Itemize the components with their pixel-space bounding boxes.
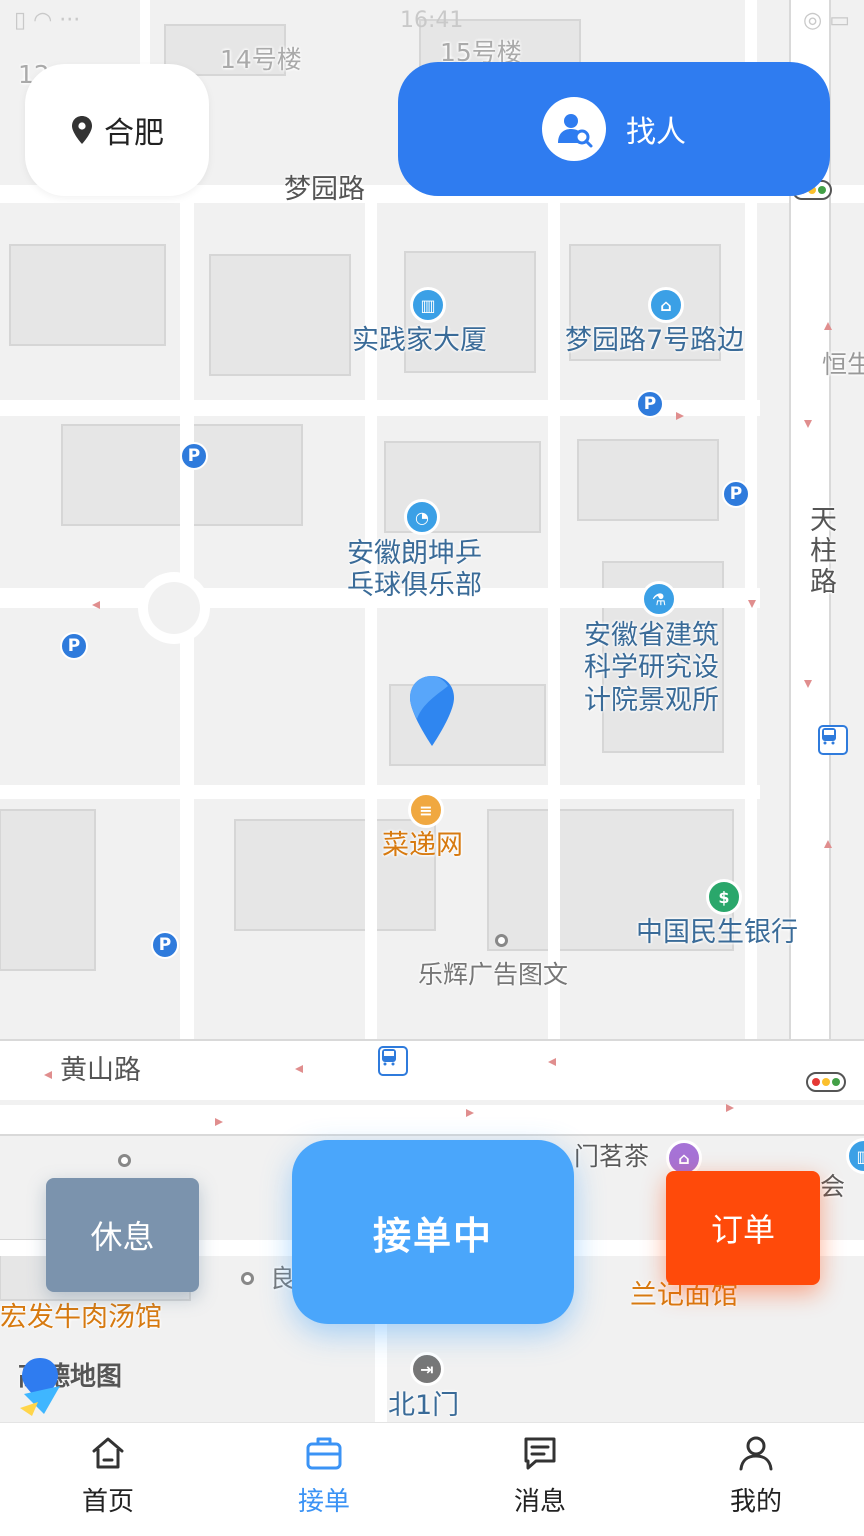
- map-poi-shijianjia[interactable]: 实践家大厦: [352, 325, 487, 357]
- city-name: 合肥: [104, 116, 164, 151]
- parking-icon[interactable]: P: [180, 442, 208, 470]
- exit-gate-icon: ⇥: [410, 1352, 444, 1386]
- map-poi-hui[interactable]: 会: [820, 1172, 845, 1202]
- status-bar-right-icons: ◎ ▭: [803, 8, 850, 33]
- message-icon: [524, 1437, 556, 1470]
- home-icon: [92, 1437, 124, 1469]
- map-poi-pingpong-line2: 乓球俱乐部: [347, 570, 482, 602]
- find-person-label: 找人: [626, 115, 686, 150]
- status-bar-time: 16:41: [400, 8, 464, 33]
- map-poi-institute[interactable]: 安徽省建筑 科学研究设 计院景观所: [584, 620, 719, 717]
- map-poi-mengyuan7[interactable]: 梦园路7号路边: [565, 325, 744, 357]
- map-poi-minsheng-bank[interactable]: 中国民生银行: [636, 917, 798, 949]
- nav-label-orders: 接单: [297, 1487, 350, 1517]
- rest-button[interactable]: 休息: [46, 1178, 199, 1292]
- nav-label-home: 首页: [81, 1487, 134, 1517]
- location-pin-icon: [72, 116, 92, 144]
- accepting-orders-button[interactable]: 接单中: [292, 1140, 574, 1324]
- map-label-road-huangshan: 黄山路: [60, 1055, 141, 1086]
- find-person-button[interactable]: 找人: [398, 62, 830, 196]
- person-search-icon: [542, 97, 606, 161]
- location-marker-icon: [410, 676, 454, 746]
- bus-stop-icon[interactable]: [378, 1046, 408, 1076]
- map-poi-pingpong[interactable]: 安徽朗坤乒 乓球俱乐部: [347, 538, 482, 603]
- orders-button[interactable]: 订单: [666, 1171, 820, 1285]
- bottom-navigation: 首页 接单 消息 我的: [0, 1422, 864, 1536]
- map-poi-tea[interactable]: 门茗茶: [574, 1142, 649, 1172]
- map-poi-hengsheng[interactable]: 恒生: [822, 350, 864, 380]
- parking-icon[interactable]: P: [60, 632, 88, 660]
- profile-icon: [739, 1436, 773, 1471]
- map-label-road-tianzhu: 天柱路: [810, 505, 837, 599]
- nav-item-home[interactable]: 首页: [0, 1423, 216, 1536]
- bank-building-icon: ⌂: [648, 287, 684, 323]
- food-burger-icon: ≡: [408, 792, 444, 828]
- parking-icon[interactable]: P: [151, 931, 179, 959]
- map-poi-institute-line2: 科学研究设: [584, 652, 719, 684]
- nav-item-orders[interactable]: 接单: [216, 1423, 432, 1536]
- traffic-light-icon: [806, 1072, 846, 1092]
- bank-logo-icon: $: [706, 879, 742, 915]
- map-poi-pingpong-line1: 安徽朗坤乒: [347, 538, 482, 569]
- map-poi-caidiwang[interactable]: 菜递网: [382, 830, 463, 862]
- map-label-gate-north1: 北1门: [388, 1390, 460, 1421]
- poi-dot-icon: [118, 1154, 131, 1167]
- office-building-icon: ▥: [410, 287, 446, 323]
- city-selector[interactable]: 合肥: [25, 64, 209, 196]
- parking-icon[interactable]: P: [722, 480, 750, 508]
- lab-flask-icon: ⚗: [641, 581, 677, 617]
- nav-item-messages[interactable]: 消息: [432, 1423, 648, 1536]
- nav-label-profile: 我的: [729, 1487, 782, 1517]
- poi-dot-icon: [495, 934, 508, 947]
- map-label-road-mengyuan: 梦园路: [284, 174, 365, 205]
- map-poi-institute-line3: 计院景观所: [584, 684, 719, 716]
- map-poi-hongfa[interactable]: 宏发牛肉汤馆: [0, 1302, 162, 1334]
- map-label-building-14: 14号楼: [220, 45, 302, 74]
- bus-stop-icon[interactable]: [818, 725, 848, 755]
- map-poi-lehui[interactable]: 乐辉广告图文: [418, 960, 568, 990]
- amap-logo: 高德地图: [18, 1356, 122, 1416]
- nav-item-profile[interactable]: 我的: [648, 1423, 864, 1536]
- map-poi-institute-line1: 安徽省建筑: [584, 620, 719, 651]
- nav-label-messages: 消息: [513, 1487, 566, 1517]
- sports-icon: ◔: [404, 499, 440, 535]
- status-bar: ▯ ◠ ··· 16:41 ◎ ▭: [0, 0, 864, 44]
- parking-icon[interactable]: P: [636, 390, 664, 418]
- poi-dot-icon: [241, 1272, 254, 1285]
- briefcase-icon: [306, 1437, 342, 1470]
- amap-logo-icon: [20, 1358, 60, 1416]
- status-bar-left-icons: ▯ ◠ ···: [14, 8, 81, 33]
